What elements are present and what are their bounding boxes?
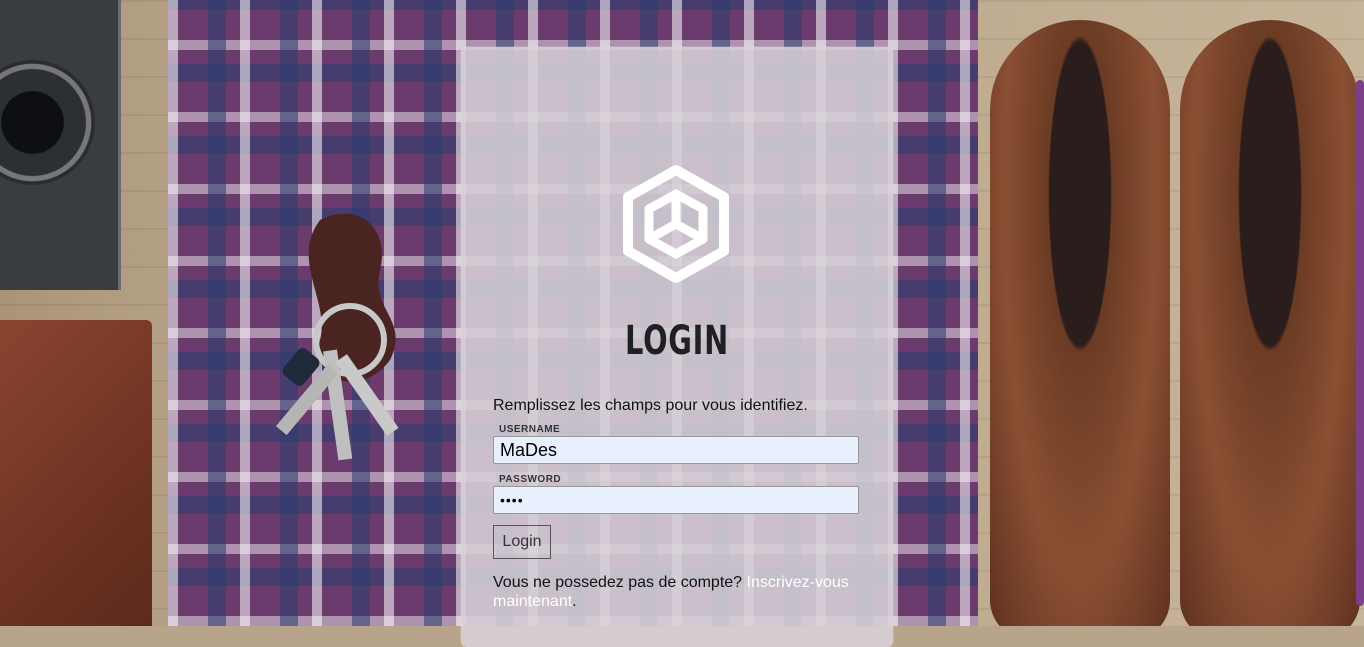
camera-image: [0, 0, 121, 290]
signup-prompt: Vous ne possedez pas de compte? Inscrive…: [493, 573, 873, 611]
username-input[interactable]: [493, 436, 859, 464]
keys-image: [275, 213, 399, 461]
shoes-image: [990, 20, 1364, 626]
camera-lens: [0, 60, 95, 185]
right-shoe: [1180, 20, 1360, 626]
wallet-image: [0, 320, 152, 626]
login-instructions: Remplissez les champs pour vous identifi…: [493, 397, 808, 414]
login-panel: LOGIN Remplissez les champs pour vous id…: [461, 47, 893, 647]
signup-period: .: [572, 593, 577, 610]
page-title: LOGIN: [625, 318, 729, 364]
left-shoe: [990, 20, 1170, 626]
username-label: USERNAME: [499, 424, 561, 435]
password-input[interactable]: [493, 486, 859, 514]
password-label: PASSWORD: [499, 474, 562, 485]
scrollbar[interactable]: [1356, 80, 1364, 606]
cube-logo-icon: [623, 165, 729, 283]
signup-prompt-text: Vous ne possedez pas de compte?: [493, 574, 743, 591]
login-button[interactable]: Login: [493, 525, 551, 559]
